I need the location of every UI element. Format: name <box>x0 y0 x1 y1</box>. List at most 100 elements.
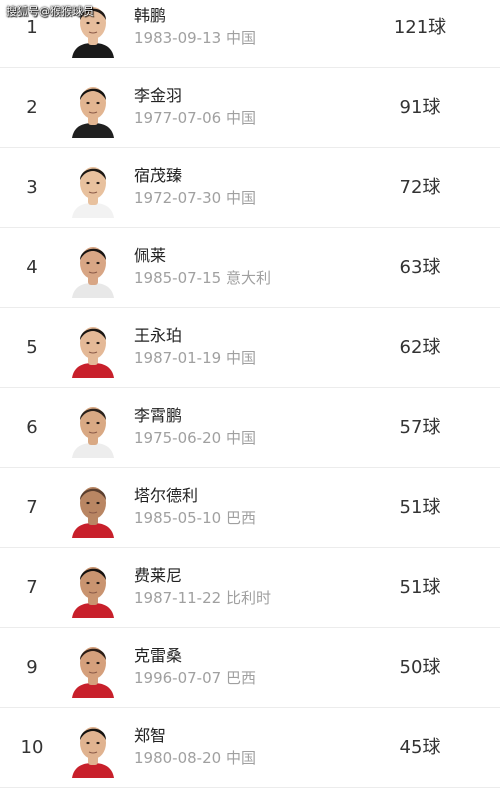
eye-left <box>86 341 90 345</box>
jersey-shape <box>72 363 114 378</box>
eye-right <box>96 421 100 425</box>
player-name[interactable]: 塔尔德利 <box>134 486 198 506</box>
eye-right <box>96 661 100 665</box>
player-birthdate: 1987-01-19 <box>134 349 222 367</box>
player-birthdate: 1977-07-06 <box>134 109 222 127</box>
goal-count: 57球 <box>399 417 441 438</box>
jersey-shape <box>72 283 114 298</box>
player-row[interactable]: 5 王永珀 1987-01-19 中国 62球 <box>0 308 500 388</box>
player-meta: 1987-11-22 比利时 <box>134 589 271 607</box>
player-meta: 1985-05-10 巴西 <box>134 509 256 527</box>
eye-right <box>96 341 100 345</box>
player-name[interactable]: 宿茂臻 <box>134 166 182 186</box>
player-meta: 1983-09-13 中国 <box>134 29 256 47</box>
player-birthdate: 1975-06-20 <box>134 429 222 447</box>
player-nationality: 意大利 <box>225 269 271 287</box>
eye-left <box>86 261 90 265</box>
eye-right <box>96 101 100 105</box>
player-row[interactable]: 3 宿茂臻 1972-07-30 中国 72球 <box>0 148 500 228</box>
player-nationality: 中国 <box>225 29 256 47</box>
rank-number: 7 <box>26 497 38 518</box>
jersey-shape <box>72 43 114 58</box>
goal-count: 121球 <box>393 17 447 38</box>
player-row[interactable]: 7 塔尔德利 1985-05-10 巴西 51球 <box>0 468 500 548</box>
eye-right <box>96 501 100 505</box>
player-name[interactable]: 李霄鹏 <box>134 406 182 426</box>
player-name[interactable]: 韩鹏 <box>134 6 166 26</box>
goal-count: 50球 <box>399 657 441 678</box>
jersey-shape <box>72 763 114 778</box>
eye-left <box>86 501 90 505</box>
eye-right <box>96 21 100 25</box>
player-portrait-svg <box>72 327 114 378</box>
rank-number: 2 <box>26 97 38 118</box>
player-name[interactable]: 费莱尼 <box>134 566 182 586</box>
rank-number: 9 <box>26 657 38 678</box>
eye-right <box>96 581 100 585</box>
player-avatar[interactable] <box>70 318 116 378</box>
player-row[interactable]: 10 郑智 1980-08-20 中国 45球 <box>0 708 500 788</box>
rank-number: 5 <box>26 337 38 358</box>
player-row[interactable]: 9 克雷桑 1996-07-07 巴西 50球 <box>0 628 500 708</box>
eye-left <box>86 181 90 185</box>
goal-count: 91球 <box>399 97 441 118</box>
player-nationality: 中国 <box>225 349 256 367</box>
player-avatar[interactable] <box>70 238 116 298</box>
player-nationality: 中国 <box>225 109 256 127</box>
player-avatar[interactable] <box>70 78 116 138</box>
player-portrait-svg <box>72 487 114 538</box>
player-meta: 1987-01-19 中国 <box>134 349 256 367</box>
jersey-shape <box>72 523 114 538</box>
player-portrait-svg <box>72 87 114 138</box>
player-meta: 1996-07-07 巴西 <box>134 669 256 687</box>
eye-left <box>86 21 90 25</box>
rank-number: 4 <box>26 257 38 278</box>
player-nationality: 比利时 <box>225 589 271 607</box>
player-portrait-svg <box>72 567 114 618</box>
player-avatar[interactable] <box>70 558 116 618</box>
player-row[interactable]: 7 费莱尼 1987-11-22 比利时 51球 <box>0 548 500 628</box>
player-meta: 1977-07-06 中国 <box>134 109 256 127</box>
jersey-shape <box>72 683 114 698</box>
player-birthdate: 1996-07-07 <box>134 669 222 687</box>
player-nationality: 中国 <box>225 429 256 447</box>
player-row[interactable]: 6 李霄鹏 1975-06-20 中国 57球 <box>0 388 500 468</box>
goal-count: 51球 <box>399 577 441 598</box>
rank-number: 6 <box>26 417 38 438</box>
eye-right <box>96 741 100 745</box>
player-birthdate: 1985-05-10 <box>134 509 222 527</box>
rank-number: 10 <box>20 737 44 758</box>
player-avatar[interactable] <box>70 398 116 458</box>
player-name[interactable]: 佩莱 <box>134 246 166 266</box>
player-meta: 1980-08-20 中国 <box>134 749 256 767</box>
player-birthdate: 1983-09-13 <box>134 29 222 47</box>
eye-left <box>86 661 90 665</box>
player-name[interactable]: 王永珀 <box>134 326 182 346</box>
player-portrait-svg <box>72 407 114 458</box>
player-name[interactable]: 克雷桑 <box>134 646 182 666</box>
player-birthdate: 1972-07-30 <box>134 189 222 207</box>
goal-count: 63球 <box>399 257 441 278</box>
player-nationality: 中国 <box>225 749 256 767</box>
eye-left <box>86 581 90 585</box>
goal-count: 51球 <box>399 497 441 518</box>
player-row[interactable]: 2 李金羽 1977-07-06 中国 91球 <box>0 68 500 148</box>
player-avatar[interactable] <box>70 718 116 778</box>
player-row[interactable]: 4 佩莱 1985-07-15 意大利 63球 <box>0 228 500 308</box>
player-nationality: 中国 <box>225 189 256 207</box>
player-birthdate: 1987-11-22 <box>134 589 222 607</box>
jersey-shape <box>72 203 114 218</box>
watermark-text: 搜狐号@猴猴球员 <box>6 5 94 18</box>
jersey-shape <box>72 603 114 618</box>
player-avatar[interactable] <box>70 638 116 698</box>
player-birthdate: 1985-07-15 <box>134 269 222 287</box>
player-avatar[interactable] <box>70 478 116 538</box>
player-meta: 1985-07-15 意大利 <box>134 269 271 287</box>
goal-count: 45球 <box>399 737 441 758</box>
jersey-shape <box>72 443 114 458</box>
jersey-shape <box>72 123 114 138</box>
player-portrait-svg <box>72 727 114 778</box>
player-name[interactable]: 郑智 <box>134 726 166 746</box>
player-avatar[interactable] <box>70 158 116 218</box>
player-name[interactable]: 李金羽 <box>134 86 182 106</box>
